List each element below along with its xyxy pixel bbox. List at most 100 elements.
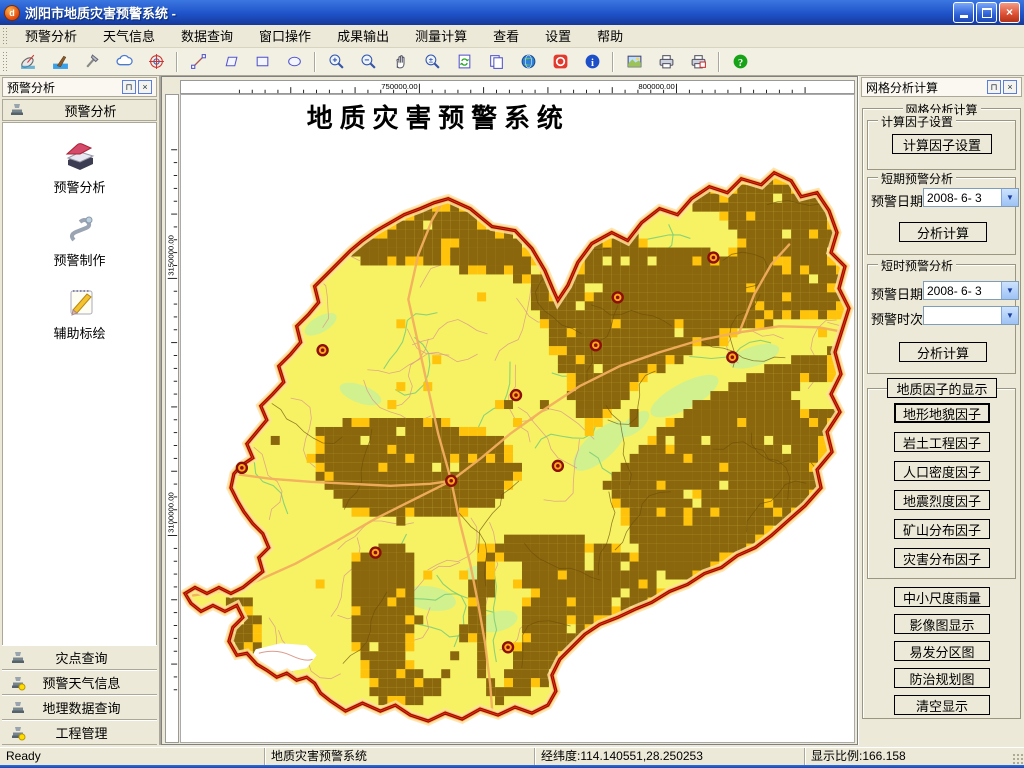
short-term-analyze-button[interactable]: 分析计算 (899, 222, 987, 242)
map-marker-8[interactable] (237, 463, 247, 473)
nowcast-time-dropdown[interactable]: ▼ (923, 306, 1019, 325)
menu-item-1[interactable]: 天气信息 (90, 25, 168, 48)
draw-rect-icon (254, 53, 271, 70)
bottom-bar-3[interactable]: 工程管理 (2, 720, 157, 745)
pin-icon[interactable]: ⊓ (122, 80, 136, 94)
extra-button-2[interactable]: 易发分区图 (894, 641, 990, 661)
factor-button-3[interactable]: 地震烈度因子 (894, 490, 990, 510)
menu-item-7[interactable]: 设置 (532, 25, 584, 48)
hammer-button[interactable] (80, 50, 104, 74)
survey-flag-button[interactable] (48, 50, 72, 74)
extra-button-4[interactable]: 清空显示 (894, 695, 990, 715)
map-marker-10[interactable] (503, 642, 513, 652)
bottom-bar-0[interactable]: 灾点查询 (2, 645, 157, 670)
nowcast-analyze-button[interactable]: 分析计算 (899, 342, 987, 362)
info-button[interactable]: i (580, 50, 604, 74)
map-canvas[interactable]: 地质灾害预警系统 (180, 94, 855, 743)
print-preview-button[interactable] (686, 50, 710, 74)
draw-polygon-button[interactable] (218, 50, 242, 74)
short-term-date-dropdown[interactable]: 2008- 6- 3 ▼ (923, 188, 1019, 207)
extra-button-1[interactable]: 影像图显示 (894, 614, 990, 634)
zoom-extent-icon: ± (424, 53, 441, 70)
factor-settings-title: 计算因子设置 (878, 113, 956, 130)
map-marker-5[interactable] (511, 390, 521, 400)
zoom-in-button[interactable] (324, 50, 348, 74)
refresh-page-button[interactable] (452, 50, 476, 74)
bottom-bar-1[interactable]: 预警天气信息 (2, 670, 157, 695)
menu-gripper[interactable] (2, 27, 8, 45)
dropdown-arrow-icon[interactable]: ▼ (1001, 189, 1018, 206)
pan-hand-button[interactable] (388, 50, 412, 74)
crosshair-button[interactable] (144, 50, 168, 74)
close-panel-icon[interactable]: × (138, 80, 152, 94)
draw-line-button[interactable] (186, 50, 210, 74)
factor-settings-button[interactable]: 计算因子设置 (892, 134, 992, 154)
restore-button[interactable] (976, 2, 997, 23)
maker-icon (62, 210, 98, 246)
map-marker-1[interactable] (613, 292, 623, 302)
menu-item-5[interactable]: 测量计算 (402, 25, 480, 48)
map-marker-6[interactable] (553, 461, 563, 471)
menu-item-3[interactable]: 窗口操作 (246, 25, 324, 48)
close-button[interactable]: × (999, 2, 1020, 23)
menu-item-8[interactable]: 帮助 (584, 25, 636, 48)
nowcast-date-value: 2008- 6- 3 (927, 284, 982, 298)
factor-button-5[interactable]: 灾害分布因子 (894, 548, 990, 568)
short-term-title: 短期预警分析 (878, 170, 956, 187)
draw-line-icon (190, 53, 207, 70)
bottom-bar-label: 地理数据查询 (30, 698, 133, 717)
radar-button[interactable] (16, 50, 40, 74)
factor-button-0[interactable]: 地形地貌因子 (894, 403, 990, 423)
nowcast-time-label: 预警时次 (871, 309, 923, 328)
extra-button-0[interactable]: 中小尺度雨量 (894, 587, 990, 607)
print-preview-icon (690, 53, 707, 70)
tool-item-2[interactable]: 辅助标绘 (3, 283, 156, 342)
factor-button-1[interactable]: 岩土工程因子 (894, 432, 990, 452)
tool-item-1[interactable]: 预警制作 (3, 210, 156, 269)
close-panel-icon[interactable]: × (1003, 80, 1017, 94)
minimize-button[interactable] (953, 2, 974, 23)
map-marker-4[interactable] (727, 352, 737, 362)
map-marker-7[interactable] (446, 476, 456, 486)
short-term-date-value: 2008- 6- 3 (927, 191, 982, 205)
cloud-button[interactable] (112, 50, 136, 74)
factor-display-header-button[interactable]: 地质因子的显示 (887, 378, 997, 398)
help-button[interactable]: ? (728, 50, 752, 74)
menu-item-0[interactable]: 预警分析 (12, 25, 90, 48)
menu-item-6[interactable]: 查看 (480, 25, 532, 48)
zoom-extent-button[interactable]: ± (420, 50, 444, 74)
right-panel: 网格分析计算 ⊓ × 网格分析计算 计算因子设置 计算因子设置 短期预警分析 预… (858, 76, 1024, 745)
extra-button-3[interactable]: 防治规划图 (894, 668, 990, 688)
nowcast-date-dropdown[interactable]: 2008- 6- 3 ▼ (923, 281, 1019, 300)
warning-analysis-group-header[interactable]: 预警分析 (2, 99, 157, 121)
menu-item-2[interactable]: 数据查询 (168, 25, 246, 48)
draw-ellipse-button[interactable] (282, 50, 306, 74)
map-marker-0[interactable] (318, 345, 328, 355)
resize-grip[interactable] (1011, 752, 1024, 765)
app-icon: d (4, 5, 20, 21)
dropdown-arrow-icon[interactable]: ▼ (1001, 282, 1018, 299)
status-bar: Ready 地质灾害预警系统 经纬度:114.140551,28.250253 … (0, 747, 1024, 765)
map-marker-9[interactable] (370, 548, 380, 558)
copy-button[interactable] (484, 50, 508, 74)
image-export-button[interactable] (622, 50, 646, 74)
menu-item-4[interactable]: 成果输出 (324, 25, 402, 48)
pin-icon[interactable]: ⊓ (987, 80, 1001, 94)
print-button[interactable] (654, 50, 678, 74)
tool-item-0[interactable]: 预警分析 (3, 137, 156, 196)
draw-rect-button[interactable] (250, 50, 274, 74)
toolbar-gripper[interactable] (2, 51, 8, 73)
bottom-bar-2[interactable]: 地理数据查询 (2, 695, 157, 720)
radar-icon (20, 53, 37, 70)
zoom-out-button[interactable] (356, 50, 380, 74)
status-system-name: 地质灾害预警系统 (265, 748, 535, 765)
status-coordinates: 经纬度:114.140551,28.250253 (535, 748, 805, 765)
factor-button-4[interactable]: 矿山分布因子 (894, 519, 990, 539)
map-marker-3[interactable] (708, 253, 718, 263)
dropdown-arrow-icon[interactable]: ▼ (1001, 307, 1018, 324)
globe-button[interactable] (516, 50, 540, 74)
factor-button-2[interactable]: 人口密度因子 (894, 461, 990, 481)
stop-button[interactable] (548, 50, 572, 74)
map-marker-2[interactable] (591, 340, 601, 350)
nowcast-title: 短时预警分析 (878, 257, 956, 274)
